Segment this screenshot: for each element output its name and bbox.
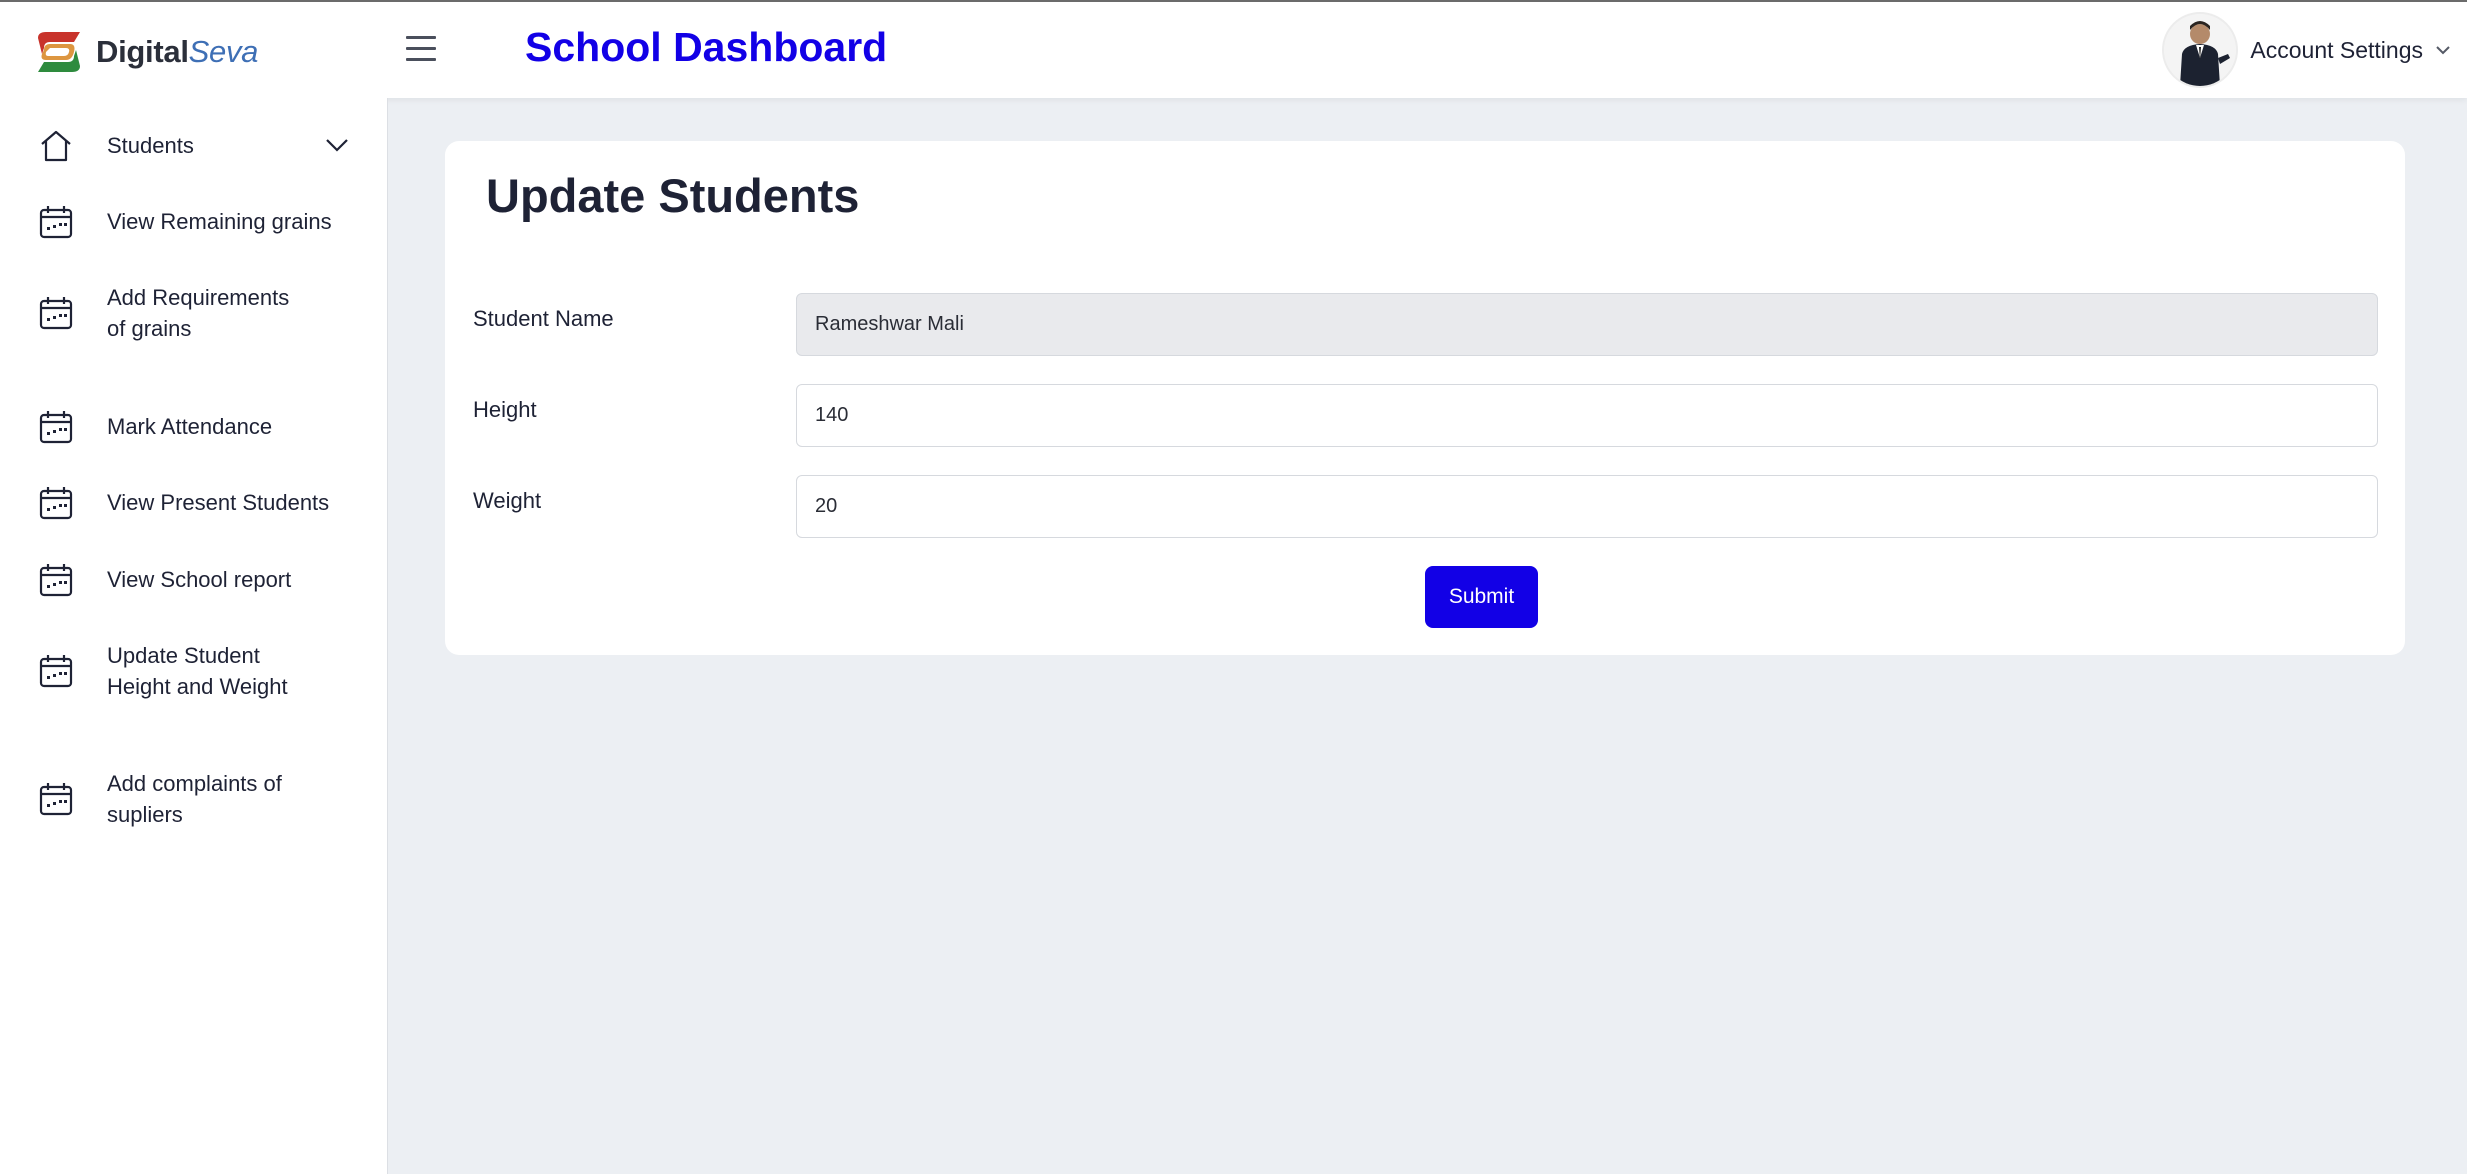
update-students-card: Update Students Student Name Height Weig… [445,141,2405,655]
account-settings-label[interactable]: Account Settings [2250,37,2423,64]
card-title: Update Students [486,169,860,222]
weight-label: Weight [473,488,542,513]
calendar-icon [39,206,73,239]
sidebar-item-add-requirements[interactable]: Add Requirements of grains [0,278,388,348]
avatar[interactable] [2164,14,2237,86]
logo-part-seva: Seva [188,34,259,69]
digitalseva-logo-icon [38,32,80,72]
chevron-down-icon[interactable] [325,138,349,152]
student-name-label: Student Name [473,306,614,331]
sidebar-item-view-remaining-grains[interactable]: View Remaining grains [0,202,388,242]
sidebar-item-add-complaints[interactable]: Add complaints of supliers [0,764,388,834]
sidebar-item-label: Update Student Height and Weight [107,643,288,699]
calendar-icon [39,783,73,816]
height-field[interactable] [796,384,2378,447]
student-name-field[interactable] [796,293,2378,356]
hamburger-menu-icon[interactable] [406,36,436,64]
calendar-icon [39,655,73,688]
sidebar-item-label: View Present Students [107,490,330,515]
submit-button[interactable]: Submit [1425,566,1538,628]
sidebar-item-label: Mark Attendance [107,414,273,439]
sidebar-item-mark-attendance[interactable]: Mark Attendance [0,407,388,447]
sidebar-item-label: View Remaining grains [107,209,332,234]
sidebar-item-view-present-students[interactable]: View Present Students [0,483,388,523]
sidebar-item-label: Add complaints of supliers [107,771,282,827]
calendar-icon [39,487,73,520]
avatar-image [2164,14,2237,86]
calendar-icon [39,564,73,597]
sidebar: Students View Remaining grains Add Requi… [0,98,388,1174]
top-header: DigitalSeva School Dashboard Account Set… [0,0,2467,98]
home-icon [41,130,71,162]
logo-wordmark: DigitalSeva [96,34,258,70]
logo-part-digital: Digital [96,34,189,69]
sidebar-item-label: View School report [107,567,292,592]
calendar-icon [39,297,73,330]
account-settings-menu[interactable]: Account Settings [2164,14,2451,86]
calendar-icon [39,411,73,444]
sidebar-item-students[interactable]: Students [0,126,388,166]
sidebar-item-label: Students [107,133,194,158]
page-title: School Dashboard [525,24,888,70]
digitalseva-logo[interactable]: DigitalSeva [30,28,258,76]
sidebar-item-label: Add Requirements of grains [107,285,290,341]
chevron-down-icon[interactable] [2435,45,2451,55]
sidebar-item-update-student-height-weight[interactable]: Update Student Height and Weight [0,636,388,706]
weight-field[interactable] [796,475,2378,538]
sidebar-item-view-school-report[interactable]: View School report [0,560,388,600]
height-label: Height [473,397,537,422]
